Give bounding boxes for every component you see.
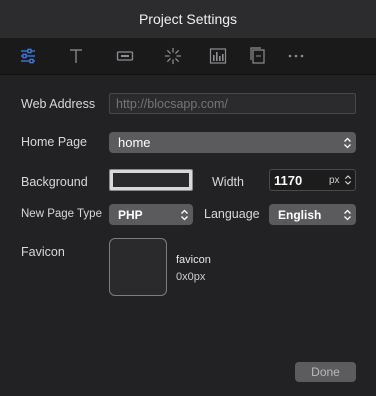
window-title: Project Settings [138, 11, 238, 27]
home-page-select[interactable]: home [109, 132, 356, 153]
done-button[interactable]: Done [295, 362, 356, 382]
favicon-label: Favicon [21, 245, 65, 259]
select-arrows-icon [338, 132, 356, 153]
web-address-label: Web Address [21, 97, 96, 111]
favicon-drop-well[interactable] [109, 238, 167, 296]
language-select[interactable]: English [269, 204, 356, 225]
web-address-input[interactable] [109, 93, 356, 114]
language-label: Language [204, 207, 260, 221]
favicon-size: 0x0px [176, 271, 206, 283]
new-page-type-label: New Page Type [21, 208, 102, 220]
new-page-type-select[interactable]: PHP [109, 204, 193, 225]
more-icon[interactable] [287, 47, 305, 65]
background-label: Background [21, 175, 88, 189]
home-page-label: Home Page [21, 135, 88, 149]
window-titlebar: Project Settings [0, 0, 376, 38]
width-value: 1170 [274, 173, 303, 188]
button-icon[interactable] [116, 47, 134, 65]
bar-chart-icon[interactable] [209, 47, 227, 65]
settings-toolbar [0, 38, 376, 75]
background-color-swatch [113, 173, 189, 187]
typography-icon[interactable] [67, 47, 85, 65]
sliders-icon[interactable] [19, 47, 37, 65]
width-field[interactable]: 1170 px [269, 169, 356, 191]
home-page-value: home [118, 135, 151, 150]
width-unit: px [329, 175, 340, 186]
width-stepper-icon[interactable] [344, 174, 352, 187]
select-arrows-icon [175, 204, 193, 225]
new-page-type-value: PHP [118, 207, 143, 222]
pages-icon[interactable] [249, 47, 267, 65]
background-color-well[interactable] [109, 169, 193, 191]
select-arrows-icon [338, 204, 356, 225]
language-value: English [278, 207, 322, 222]
favicon-name: favicon [176, 254, 211, 266]
width-label: Width [212, 175, 244, 189]
loading-spinner-icon[interactable] [164, 47, 182, 65]
